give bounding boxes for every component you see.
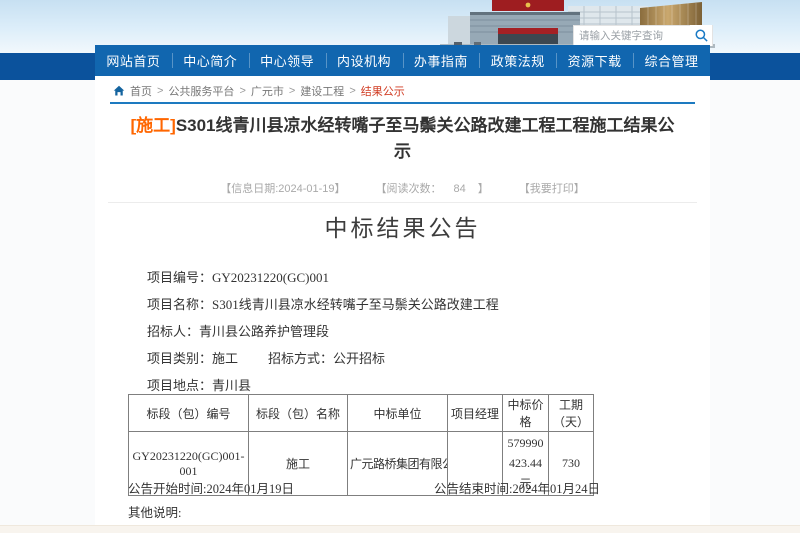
field-value: GY20231220(GC)001	[212, 270, 329, 285]
col-price: 中标价格	[503, 395, 549, 432]
table-header-row: 标段（包）编号 标段（包）名称 中标单位 项目经理 中标价格 工期（天）	[129, 395, 594, 432]
field-label: 项目类别：	[147, 351, 212, 366]
breadcrumb-separator: >	[349, 85, 355, 97]
nav-item-leaders[interactable]: 中心领导	[249, 45, 326, 76]
print-button[interactable]: 【我要打印】	[519, 180, 585, 196]
field-label: 项目编号：	[147, 270, 212, 285]
breadcrumb-separator: >	[239, 85, 245, 97]
search-icon[interactable]	[690, 25, 712, 46]
search-input[interactable]	[574, 27, 690, 44]
breadcrumb-item-city[interactable]: 广元市	[251, 83, 284, 99]
page: 网站首页 中心简介 中心领导 内设机构 办事指南 政策法规 资源下载 综合管理 …	[0, 0, 800, 533]
title-text: S301线青川县凉水经转嘴子至马鬃关公路改建工程工程施工结果公示	[176, 116, 675, 161]
category-tag: [施工]	[130, 116, 175, 135]
breadcrumb-separator: >	[289, 85, 295, 97]
col-bid-name: 标段（包）名称	[249, 395, 348, 432]
footer-strip	[0, 525, 800, 533]
read-count-suffix: 】	[478, 183, 489, 195]
main-nav: 网站首页 中心简介 中心领导 内设机构 办事指南 政策法规 资源下载 综合管理	[95, 45, 710, 76]
field-tenderee: 招标人：青川县公路养护管理段	[147, 318, 694, 345]
field-value: 青川县公路养护管理段	[199, 324, 329, 339]
nav-item-guide[interactable]: 办事指南	[403, 45, 480, 76]
read-count: 【阅读次数：84】	[376, 180, 489, 196]
other-notes-label: 其他说明:	[128, 502, 181, 521]
notice-heading: 中标结果公告	[95, 209, 710, 243]
announce-end: 公告结束时间:2024年01月24日	[434, 478, 600, 497]
page-title: [施工]S301线青川县凉水经转嘴子至马鬃关公路改建工程工程施工结果公示	[125, 113, 680, 165]
breadcrumb-item-current: 结果公示	[361, 83, 405, 99]
field-label: 项目地点：	[147, 378, 212, 393]
nav-item-about[interactable]: 中心简介	[172, 45, 249, 76]
field-category-and-method: 项目类别：施工 招标方式：公开招标	[147, 345, 694, 372]
field-value: S301线青川县凉水经转嘴子至马鬃关公路改建工程	[212, 297, 499, 312]
breadcrumb-item-service-platform[interactable]: 公共服务平台	[168, 83, 234, 99]
field-value: 青川县	[212, 378, 251, 393]
content-panel: 首页 > 公共服务平台 > 广元市 > 建设工程 > 结果公示 [施工]S301…	[95, 76, 710, 525]
nav-item-downloads[interactable]: 资源下载	[556, 45, 633, 76]
project-fields: 项目编号：GY20231220(GC)001 项目名称：S301线青川县凉水经转…	[147, 264, 694, 399]
col-winner: 中标单位	[348, 395, 448, 432]
col-bid-number: 标段（包）编号	[129, 395, 249, 432]
col-duration: 工期（天）	[549, 395, 594, 432]
field-project-number: 项目编号：GY20231220(GC)001	[147, 264, 694, 291]
breadcrumb: 首页 > 公共服务平台 > 广元市 > 建设工程 > 结果公示	[113, 83, 405, 99]
read-count-value: 84	[442, 183, 478, 195]
announce-start: 公告开始时间:2024年01月19日	[128, 478, 294, 497]
field-value: 施工	[212, 351, 238, 366]
divider-blue	[110, 102, 695, 104]
announcement-dates: 公告开始时间:2024年01月19日 公告结束时间:2024年01月24日	[128, 478, 600, 497]
nav-item-departments[interactable]: 内设机构	[326, 45, 403, 76]
divider-light	[108, 202, 697, 203]
field-label: 项目名称：	[147, 297, 212, 312]
breadcrumb-separator: >	[157, 85, 163, 97]
home-icon[interactable]	[113, 85, 125, 97]
field-label: 招标人：	[147, 324, 199, 339]
meta-bar: 【信息日期:2024-01-19】 【阅读次数：84】 【我要打印】	[95, 180, 710, 196]
read-count-prefix: 【阅读次数：	[376, 183, 442, 195]
search-bar	[573, 25, 713, 46]
col-manager: 项目经理	[448, 395, 503, 432]
breadcrumb-item-home[interactable]: 首页	[130, 83, 152, 99]
info-date: 【信息日期:2024-01-19】	[220, 180, 345, 196]
field-value: 公开招标	[333, 351, 385, 366]
nav-item-home[interactable]: 网站首页	[95, 45, 172, 76]
breadcrumb-item-construction[interactable]: 建设工程	[300, 83, 344, 99]
nav-item-policies[interactable]: 政策法规	[479, 45, 556, 76]
field-project-name: 项目名称：S301线青川县凉水经转嘴子至马鬃关公路改建工程	[147, 291, 694, 318]
field-label: 招标方式：	[268, 351, 333, 366]
nav-item-management[interactable]: 综合管理	[633, 45, 710, 76]
